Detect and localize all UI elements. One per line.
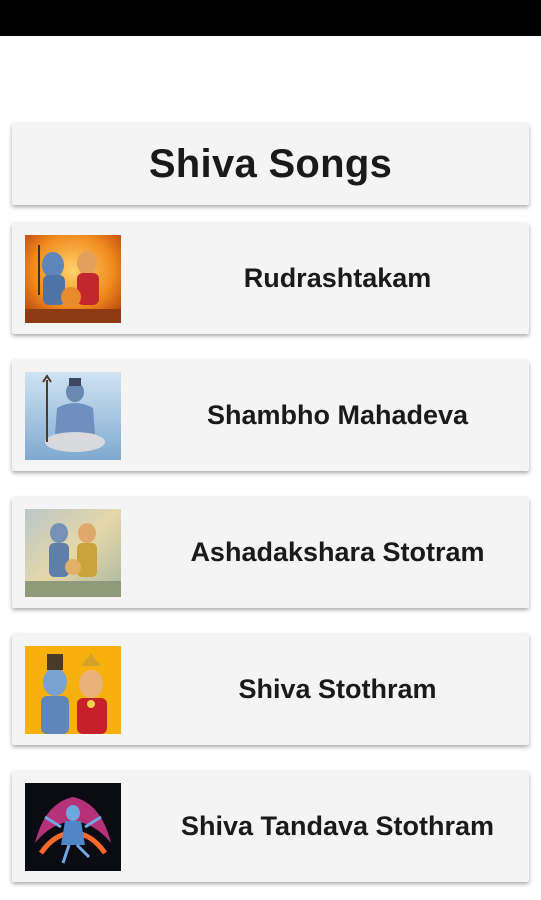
song-item-rudrashtakam[interactable]: Rudrashtakam	[12, 223, 529, 334]
shiva-meditating-thumbnail-icon	[25, 372, 121, 460]
page-title: Shiva Songs	[148, 141, 393, 186]
song-item-shiva-stothram[interactable]: Shiva Stothram	[12, 634, 529, 745]
song-title: Shiva Stothram	[238, 674, 437, 704]
status-bar	[0, 0, 541, 36]
song-title: Shiva Tandava Stothram	[180, 811, 495, 841]
header-card: Shiva Songs	[12, 123, 529, 205]
shiva-parvati-portrait-thumbnail-icon	[25, 646, 121, 734]
shiva-parvati-thumbnail-icon	[25, 509, 121, 597]
song-item-shambho-mahadeva[interactable]: Shambho Mahadeva	[12, 360, 529, 471]
song-item-shiva-tandava-stothram[interactable]: Shiva Tandava Stothram	[12, 771, 529, 882]
song-title: Shambho Mahadeva	[206, 400, 469, 430]
song-item-ashadakshara-stotram[interactable]: Ashadakshara Stotram	[12, 497, 529, 608]
song-title: Rudrashtakam	[243, 263, 432, 293]
shiva-tandava-thumbnail-icon	[25, 783, 121, 871]
shiva-family-thumbnail-icon	[25, 235, 121, 323]
song-title: Ashadakshara Stotram	[190, 537, 485, 567]
